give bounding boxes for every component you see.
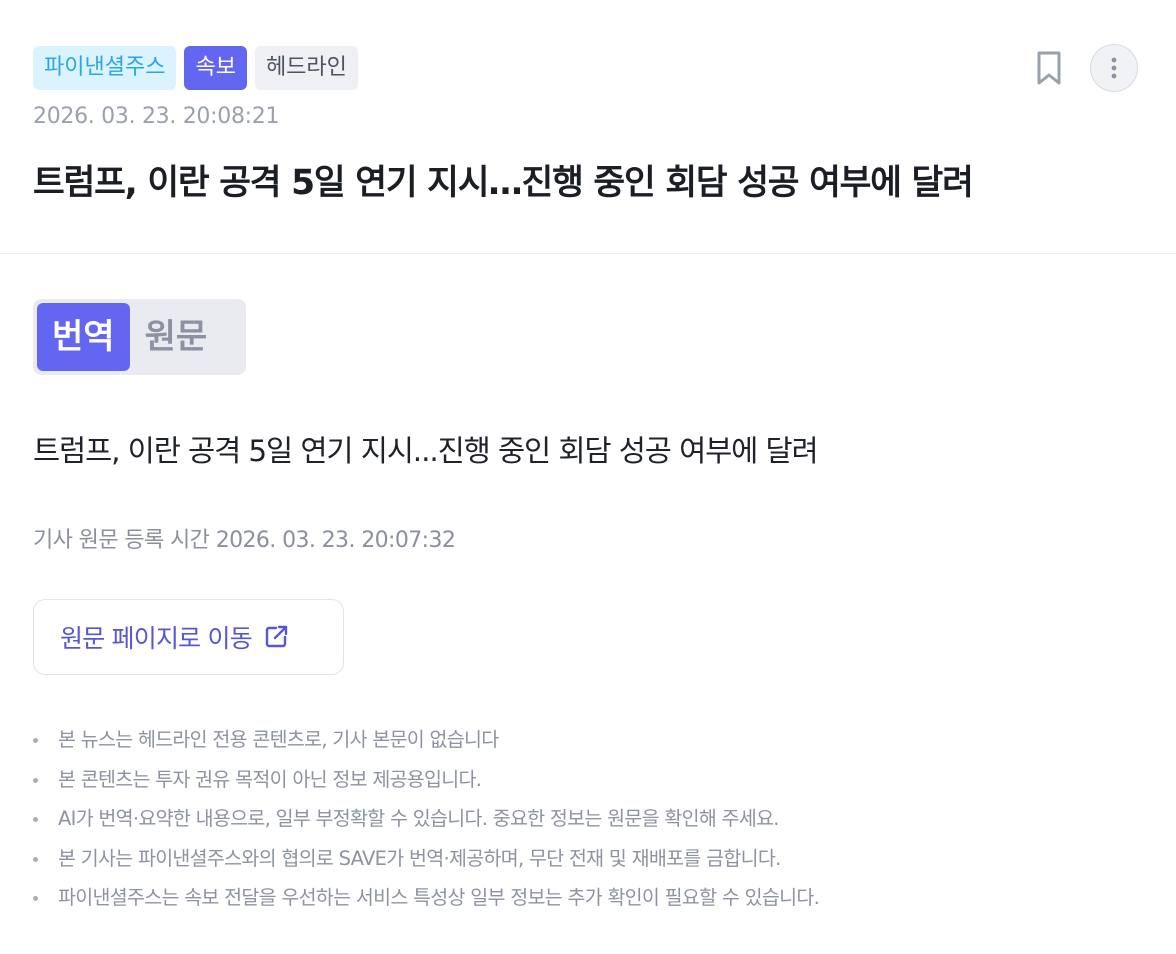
article-header: 파이낸셜주스 속보 헤드라인 2026. 03. 23. 20:08:21 트럼… xyxy=(0,0,1176,254)
list-item: 파이낸셜주스는 속보 전달을 우선하는 서비스 특성상 일부 정보는 추가 확인… xyxy=(33,882,820,922)
original-tab[interactable]: 원문 xyxy=(130,303,223,371)
list-item: 본 뉴스는 헤드라인 전용 콘텐츠로, 기사 본문이 없습니다 xyxy=(33,724,819,764)
list-item: AI가 번역·요약한 내용으로, 일부 부정확할 수 있습니다. 중요한 정보는… xyxy=(33,803,819,843)
list-item: 본 콘텐츠는 투자 권유 목적이 아닌 정보 제공용입니다. xyxy=(33,764,819,804)
translated-tab[interactable]: 번역 xyxy=(37,303,130,371)
bookmark-icon xyxy=(1037,51,1061,85)
breaking-tag: 속보 xyxy=(184,46,247,90)
more-vertical-icon xyxy=(1111,57,1117,79)
headline-tag: 헤드라인 xyxy=(254,46,358,90)
source-tag[interactable]: 파이낸셜주스 xyxy=(33,46,177,90)
header-actions xyxy=(1034,44,1138,92)
translated-title: 트럼프, 이란 공격 5일 연기 지시...진행 중인 회담 성공 여부에 달려 xyxy=(33,434,819,468)
article-timestamp: 2026. 03. 23. 20:08:21 xyxy=(33,104,280,129)
more-options-button[interactable] xyxy=(1090,44,1138,92)
article-title: 트럼프, 이란 공격 5일 연기 지시…진행 중인 회담 성공 여부에 달려 xyxy=(33,163,974,203)
open-original-page-button[interactable]: 원문 페이지로 이동 xyxy=(33,599,344,675)
list-item: 본 기사는 파이낸셜주스와의 협의로 SAVE가 번역·제공하며, 무단 전재 … xyxy=(33,843,819,883)
translation-toggle: 번역 원문 xyxy=(33,299,246,375)
tag-row: 파이낸셜주스 속보 헤드라인 xyxy=(33,46,358,90)
bookmark-button[interactable] xyxy=(1034,49,1064,87)
original-registration-time: 기사 원문 등록 시간 2026. 03. 23. 20:07:32 xyxy=(33,528,456,553)
disclaimer-list: 본 뉴스는 헤드라인 전용 콘텐츠로, 기사 본문이 없습니다 본 콘텐츠는 투… xyxy=(33,724,820,922)
open-original-page-label: 원문 페이지로 이동 xyxy=(60,624,253,653)
external-link-icon xyxy=(262,623,290,651)
